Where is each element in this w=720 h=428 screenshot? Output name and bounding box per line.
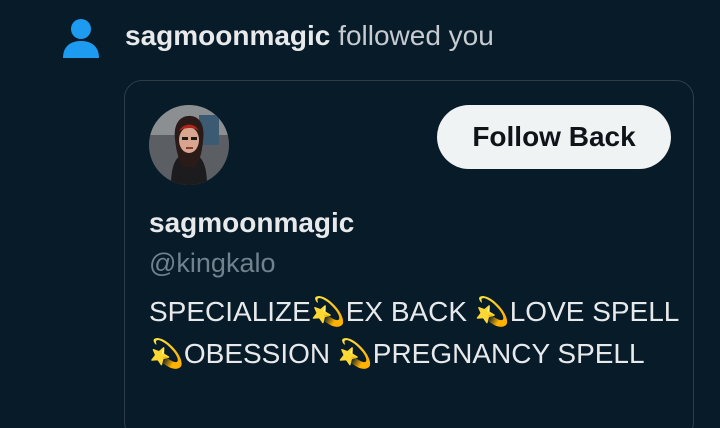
user-handle: @kingkalo	[149, 248, 276, 278]
follow-back-button[interactable]: Follow Back	[437, 105, 671, 169]
display-name[interactable]: sagmoonmagic	[149, 205, 354, 241]
user-card[interactable]: Follow Back sagmoonmagic @kingkalo SPECI…	[124, 80, 694, 428]
avatar[interactable]	[149, 105, 229, 185]
user-bio: SPECIALIZE💫EX BACK 💫LOVE SPELL 💫OBESSION…	[149, 296, 679, 369]
notification-action: followed you	[338, 20, 494, 51]
notification-item[interactable]: sagmoonmagic followed you Follow Back sa…	[0, 0, 720, 428]
notification-username[interactable]: sagmoonmagic	[125, 20, 330, 51]
person-icon	[62, 18, 100, 60]
notification-text: sagmoonmagic followed you	[125, 17, 494, 55]
